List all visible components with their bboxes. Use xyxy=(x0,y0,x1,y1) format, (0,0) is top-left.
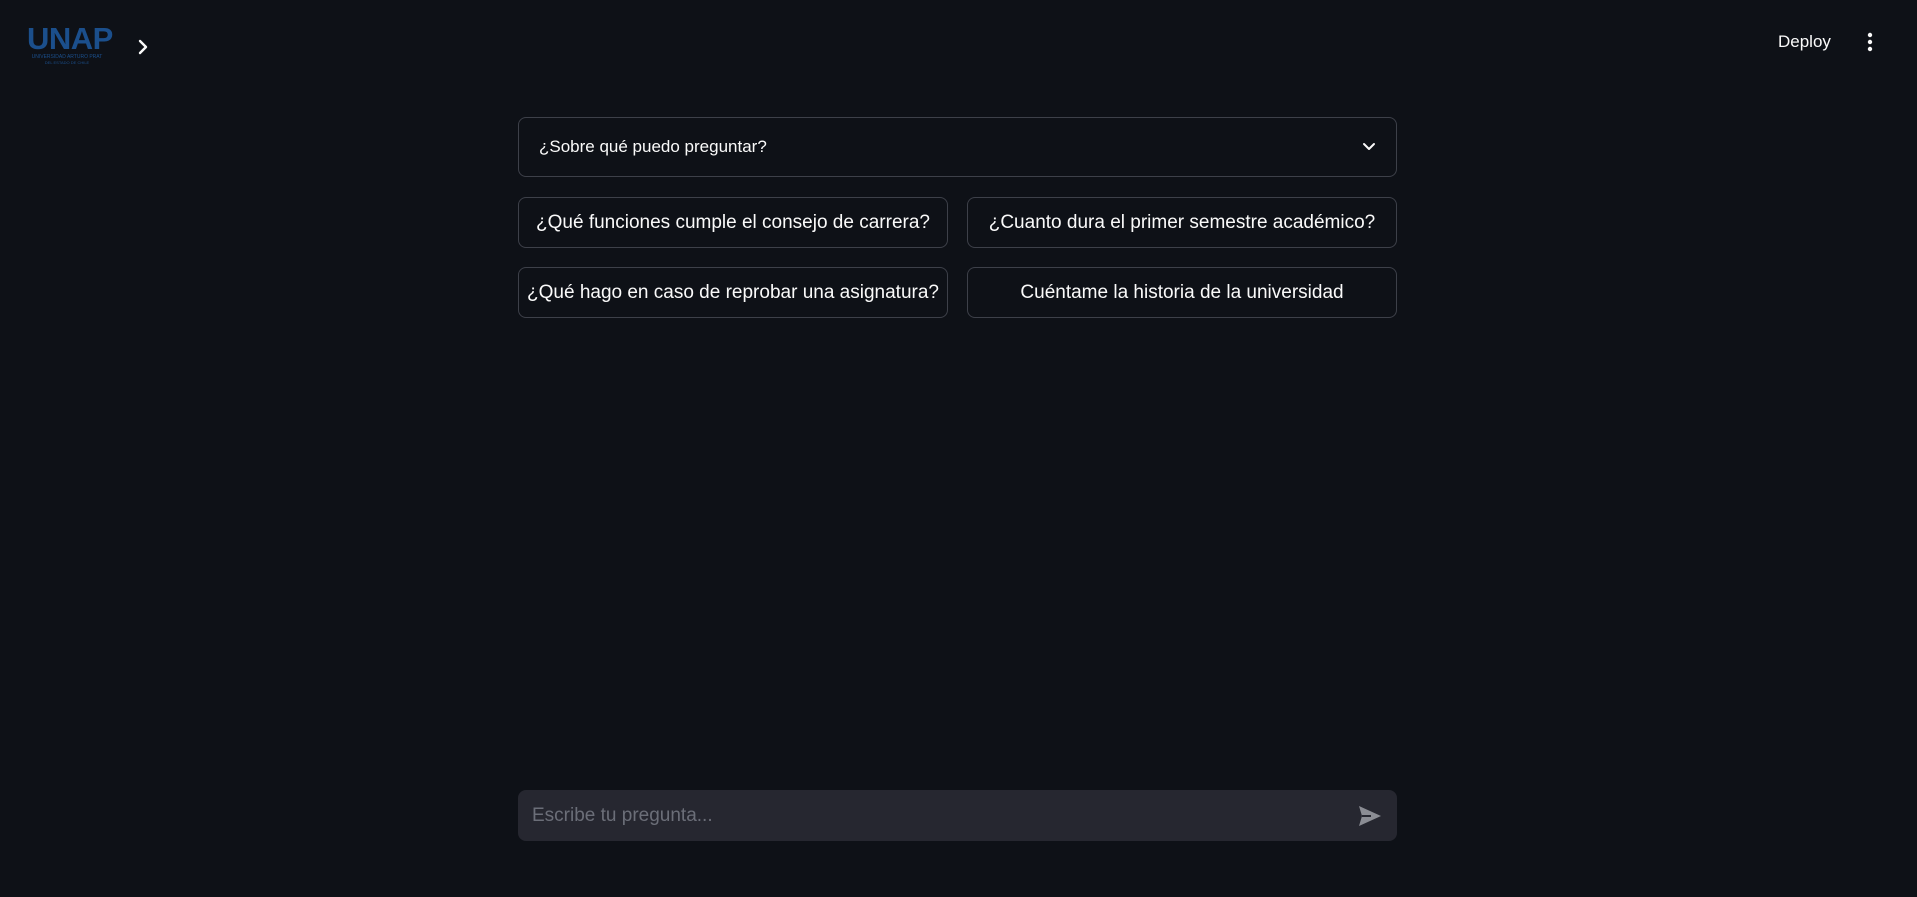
help-expander[interactable]: ¿Sobre qué puedo preguntar? xyxy=(518,117,1397,177)
send-button[interactable] xyxy=(1355,801,1385,831)
vertical-dots-icon xyxy=(1867,32,1873,52)
deploy-button[interactable]: Deploy xyxy=(1770,26,1839,58)
suggestion-button-semestre[interactable]: ¿Cuanto dura el primer semestre académic… xyxy=(967,197,1397,248)
chat-input[interactable] xyxy=(530,803,1355,828)
logo-subtitle-2: DEL ESTADO DE CHILE xyxy=(44,60,90,65)
sidebar-toggle-button[interactable] xyxy=(130,34,156,60)
suggestion-button-consejo[interactable]: ¿Qué funciones cumple el consejo de carr… xyxy=(518,197,948,248)
send-icon xyxy=(1359,805,1381,826)
suggestion-button-reprobar[interactable]: ¿Qué hago en caso de reprobar una asigna… xyxy=(518,267,948,318)
chevron-right-icon xyxy=(138,39,148,55)
logo-text: UNAP xyxy=(27,21,113,56)
suggestion-button-historia[interactable]: Cuéntame la historia de la universidad xyxy=(967,267,1397,318)
unap-logo[interactable]: UNAP UNIVERSIDAD ARTURO PRAT DEL ESTADO … xyxy=(27,21,113,68)
chevron-down-icon xyxy=(1363,143,1375,150)
chat-input-container xyxy=(518,790,1397,841)
expander-label: ¿Sobre qué puedo preguntar? xyxy=(539,137,767,156)
main-menu-button[interactable] xyxy=(1858,28,1882,56)
